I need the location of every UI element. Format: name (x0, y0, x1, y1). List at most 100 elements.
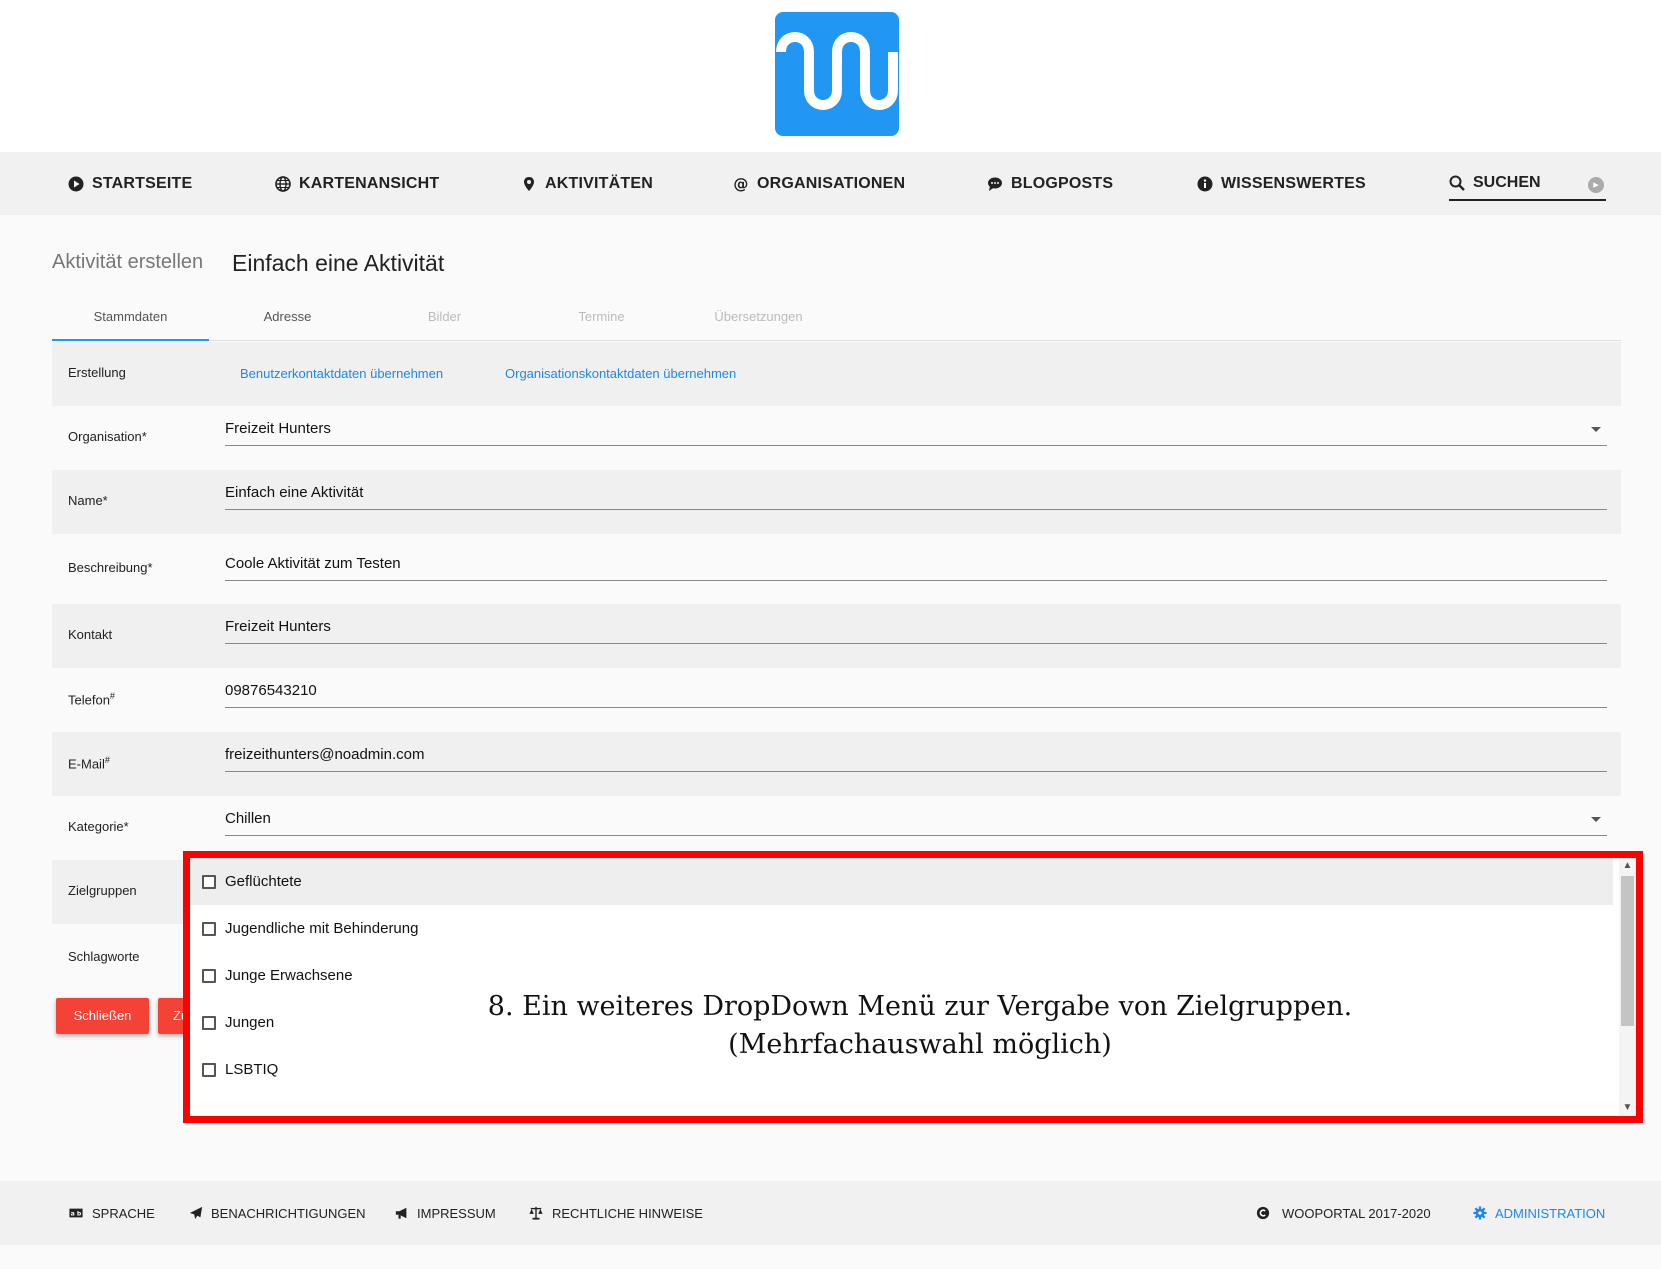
footer-admin[interactable]: ADMINISTRATION (1473, 1181, 1605, 1245)
search-icon (1449, 175, 1465, 191)
beschreibung-value: Coole Aktivität zum Testen (225, 555, 401, 572)
label-email-mark: # (104, 755, 110, 765)
tab-stammdaten[interactable]: Stammdaten (52, 300, 209, 341)
row-beschreibung: Beschreibung* Coole Aktivität zum Testen (52, 534, 1621, 598)
tab-bilder: Bilder (427, 309, 462, 324)
nav-startseite[interactable]: STARTSEITE (68, 152, 192, 215)
footer-notifications[interactable]: BENACHRICHTIGUNGEN (189, 1181, 366, 1245)
nav-label: KARTENANSICHT (299, 174, 440, 192)
wooportal-logo[interactable] (775, 12, 899, 136)
footer-notifications-label: BENACHRICHTIGUNGEN (211, 1205, 366, 1221)
name-value: Einfach eine Aktivität (225, 484, 364, 501)
svg-text:b: b (77, 1211, 82, 1218)
label-telefon: Telefon# (68, 691, 115, 707)
caret-down-icon (1591, 427, 1601, 432)
search-label: SUCHEN (1473, 174, 1541, 191)
main-nav: STARTSEITE KARTENANSICHT AKTIVITÄTEN @ O… (0, 152, 1661, 215)
kontakt-input[interactable]: Freizeit Hunters (225, 612, 1607, 644)
nav-label: STARTSEITE (92, 174, 193, 192)
caret-down-icon (1591, 817, 1601, 822)
footer-copyright: WOOPORTAL 2017-2020 (1256, 1181, 1431, 1245)
row-telefon: Telefon# 09876543210 (52, 668, 1621, 732)
label-zielgruppen: Zielgruppen (68, 883, 137, 898)
organisation-select[interactable]: Freizeit Hunters (225, 414, 1607, 446)
nav-blogposts[interactable]: BLOGPOSTS (987, 152, 1113, 215)
email-value: freizeithunters@noadmin.com (225, 746, 425, 763)
paper-plane-icon (189, 1206, 203, 1220)
nav-kartenansicht[interactable]: KARTENANSICHT (275, 152, 439, 215)
label-telefon-mark: # (109, 691, 115, 701)
telefon-input[interactable]: 09876543210 (225, 676, 1607, 708)
site-header (0, 0, 1661, 152)
label-name: Name* (68, 493, 108, 508)
label-organisation: Organisation* (68, 429, 147, 444)
row-organisation: Organisation* Freizeit Hunters (52, 406, 1621, 470)
row-name: Name* Einfach eine Aktivität (52, 470, 1621, 534)
label-beschreibung: Beschreibung* (68, 560, 153, 575)
annotation-text: 8. Ein weiteres DropDown Menü zur Vergab… (470, 988, 1370, 1064)
tab-uebersetzungen: Übersetzungen (714, 309, 803, 324)
nav-label: AKTIVITÄTEN (545, 174, 653, 192)
tab-adresse[interactable]: Adresse (209, 300, 366, 341)
organisation-value: Freizeit Hunters (225, 420, 331, 437)
nav-label: BLOGPOSTS (1011, 174, 1114, 192)
svg-text:@: @ (733, 176, 748, 192)
kategorie-value: Chillen (225, 810, 271, 827)
page-title: Einfach eine Aktivität (232, 250, 445, 276)
nav-label: ORGANISATIONEN (757, 174, 906, 192)
footer-imprint-label: IMPRESSUM (417, 1205, 496, 1221)
comment-icon (988, 177, 1002, 191)
label-kategorie: Kategorie* (68, 819, 129, 834)
annotation-line-2: (Mehrfachauswahl möglich) (728, 1029, 1112, 1060)
link-org-contact[interactable]: Organisationskontaktdaten übernehmen (505, 366, 736, 381)
copyright-icon (1256, 1206, 1270, 1220)
link-user-contact[interactable]: Benutzerkontaktdaten übernehmen (240, 366, 443, 381)
label-kontakt: Kontakt (68, 627, 113, 642)
tab-bar: Stammdaten Adresse Bilder Termine Überse… (52, 300, 1621, 341)
row-erstellung: Erstellung Benutzerkontaktdaten übernehm… (52, 342, 1621, 406)
nav-wissenswertes[interactable]: WISSENSWERTES (1197, 152, 1366, 215)
footer-language[interactable]: ab SPRACHE (68, 1181, 155, 1245)
kategorie-select[interactable]: Chillen (225, 804, 1607, 836)
kontakt-value: Freizeit Hunters (225, 618, 331, 635)
bullhorn-icon (395, 1207, 407, 1219)
at-icon: @ (733, 176, 748, 192)
balance-scale-icon (529, 1206, 543, 1220)
footer-admin-label: ADMINISTRATION (1495, 1205, 1606, 1221)
email-input[interactable]: freizeithunters@noadmin.com (225, 740, 1607, 772)
label-email-text: E-Mail (68, 756, 105, 772)
telefon-value: 09876543210 (225, 682, 317, 699)
tab-termine: Termine (578, 309, 625, 324)
row-email: E-Mail# freizeithunters@noadmin.com (52, 732, 1621, 796)
nav-label: WISSENSWERTES (1221, 174, 1366, 192)
annotation-line-1: 8. Ein weiteres DropDown Menü zur Vergab… (487, 991, 1353, 1022)
label-email: E-Mail# (68, 755, 110, 771)
nav-aktivitaeten[interactable]: AKTIVITÄTEN (521, 152, 653, 215)
footer-legal-label: RECHTLICHE HINWEISE (552, 1205, 703, 1221)
beschreibung-input[interactable]: Coole Aktivität zum Testen (225, 549, 1607, 581)
info-circle-icon (1197, 176, 1213, 191)
play-circle-icon (68, 176, 84, 191)
site-footer: ab SPRACHE BENACHRICHTIGUNGEN IMPRESSUM … (0, 1181, 1661, 1245)
label-erstellung: Erstellung (68, 365, 126, 380)
svg-text:a: a (71, 1211, 75, 1218)
search-field[interactable]: SUCHEN ▸ (1449, 167, 1606, 201)
chevron-right-icon[interactable]: ▸ (1588, 177, 1604, 193)
logo-wave-icon (776, 32, 898, 110)
close-button[interactable]: Schließen (56, 998, 149, 1034)
label-telefon-text: Telefon (68, 692, 110, 708)
footer-imprint[interactable]: IMPRESSUM (395, 1181, 496, 1245)
footer-legal[interactable]: RECHTLICHE HINWEISE (528, 1181, 703, 1245)
footer-copyright-label: WOOPORTAL 2017-2020 (1282, 1205, 1431, 1221)
gear-icon (1473, 1206, 1487, 1220)
nav-organisationen[interactable]: @ ORGANISATIONEN (733, 152, 905, 215)
name-input[interactable]: Einfach eine Aktivität (225, 478, 1607, 510)
footer-language-label: SPRACHE (92, 1205, 155, 1221)
label-schlagworte: Schlagworte (68, 949, 140, 964)
annotation-highlight-box (183, 851, 1643, 1123)
map-marker-icon (524, 176, 534, 191)
language-icon: ab (69, 1208, 83, 1218)
row-kontakt: Kontakt Freizeit Hunters (52, 604, 1621, 668)
breadcrumb[interactable]: Aktivität erstellen (52, 251, 203, 274)
globe-icon (275, 175, 291, 192)
